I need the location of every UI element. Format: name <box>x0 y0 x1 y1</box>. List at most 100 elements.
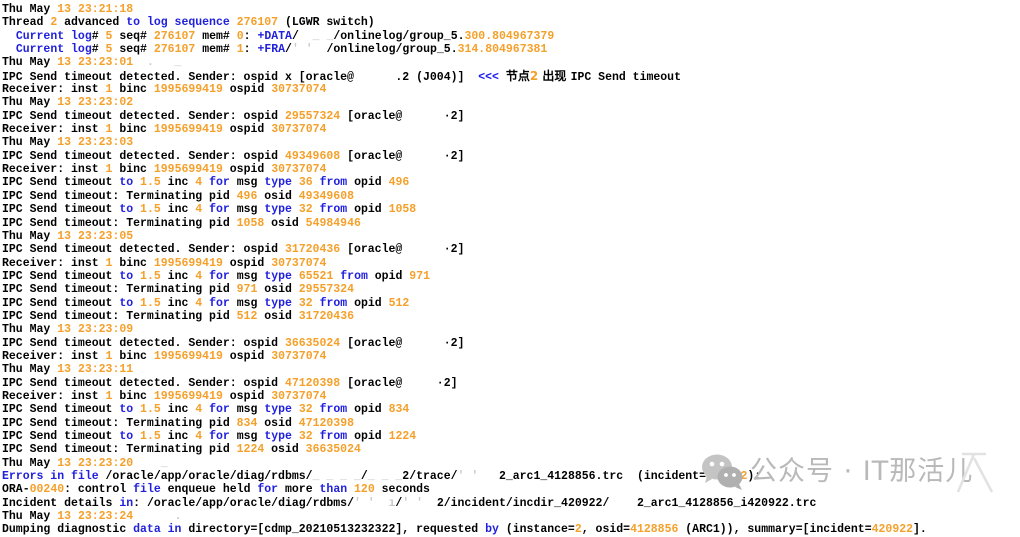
log-line: Errors in file /oracle/app/oracle/diag/r… <box>2 470 1020 483</box>
log-token-kw: to <box>119 269 134 283</box>
log-token-plain: [oracle@ <box>340 243 403 257</box>
log-token-kw: than <box>319 483 348 497</box>
log-token-plain <box>71 96 78 109</box>
log-token-num: 496 <box>388 176 410 190</box>
log-token-num: 971 <box>409 269 431 283</box>
log-token-plain: IPC Send timeout detected. Sender: ospid <box>2 109 285 123</box>
log-token-plain: Thread <box>2 16 51 30</box>
log-token-plain: ORA- <box>2 483 30 497</box>
log-line: IPC Send timeout: Terminating pid 834 os… <box>2 417 1020 430</box>
log-token-faint: _ _ _ _ <box>312 470 361 484</box>
log-token-plain: opid <box>347 403 389 417</box>
log-line: Receiver: inst 1 binc 1995699419 ospid 3… <box>2 163 1020 176</box>
log-token-plain <box>2 30 16 43</box>
log-token-plain: binc <box>112 123 154 137</box>
log-token-plain: Receiver: inst <box>2 83 106 97</box>
log-line: Receiver: inst 1 binc 1995699419 ospid 3… <box>2 123 1020 136</box>
log-token-plain: IPC Send timeout <box>2 203 120 217</box>
log-token-plain: IPC Send timeout detected. Sender: ospid <box>2 243 285 257</box>
log-line: Thu May 13 23:23:20 _ <box>2 457 1020 470</box>
log-token-kw: to <box>119 430 134 443</box>
log-token-num: 834 <box>236 416 258 430</box>
log-token-plain: msg <box>229 176 265 190</box>
log-token-plain: , osid= <box>581 523 631 537</box>
log-token-plain: directory=[cdmp_20210513232322], request… <box>181 523 486 537</box>
log-token-num: 30737074 <box>271 163 327 177</box>
log-token-plain: IPC Send timeout detected. Sender: ospid <box>2 336 285 350</box>
log-line: Thu May 13 23:23:02 <box>2 96 1020 109</box>
log-token-faint: _ _ <box>298 29 334 43</box>
log-token-plain: seconds <box>374 483 430 497</box>
log-token-plain: 2/incident/incdir_420922/ 2_arc1_4128856… <box>436 496 817 510</box>
log-line: Receiver: inst 1 binc 1995699419 ospid 3… <box>2 390 1020 403</box>
log-token-kw: +DATA <box>257 29 292 43</box>
log-token-num: 30737074 <box>271 123 327 137</box>
log-token-plain: osid <box>257 309 299 323</box>
log-token-num: 13 <box>57 56 72 70</box>
log-token-plain <box>313 176 320 189</box>
log-token-plain: Receiver: inst <box>2 163 106 177</box>
log-token-plain: opid <box>347 203 389 217</box>
log-token-faint: _ <box>133 456 168 470</box>
log-token-plain: IPC Send timeout: Terminating pid <box>2 443 237 457</box>
log-token-plain: 2/trace/ <box>402 470 458 484</box>
log-token-num: 23:23:01 <box>77 56 134 70</box>
log-line: ORA-00240: control file enqueue held for… <box>2 483 1020 496</box>
log-token-plain: msg <box>229 430 265 443</box>
alert-log-viewer[interactable]: Thu May 13 23:21:18 Thread 2 advanced to … <box>0 0 1020 536</box>
log-token-plain: Thu May <box>2 323 58 337</box>
log-token-kw: type <box>264 403 292 417</box>
log-token-plain: binc <box>112 83 154 97</box>
log-token-faint: . _ <box>133 56 182 70</box>
log-text-body[interactable]: Thu May 13 23:21:18 Thread 2 advanced to … <box>2 3 1020 537</box>
log-token-plain: binc <box>112 389 154 403</box>
log-line: Thu May 13 23:21:18 <box>2 3 1020 16</box>
log-token-num: 120 <box>354 483 375 497</box>
log-token-kw: type <box>264 296 292 310</box>
log-token-plain: [oracle@ <box>340 376 403 390</box>
log-token-plain: Thu May <box>2 56 58 70</box>
log-token-plain: IPC Send timeout detected. Sender: ospid <box>2 149 285 163</box>
log-token-plain: /oracle/app/oracle/diag/rdbms/ <box>98 470 313 484</box>
log-line: Thread 2 advanced to log sequence 276107… <box>2 16 1020 29</box>
log-token-plain <box>71 230 78 243</box>
log-token-plain: IPC Send timeout detected. Sender: ospid… <box>2 70 354 84</box>
log-token-faint <box>402 377 430 390</box>
log-token-plain: IPC Send timeout: Terminating pid <box>2 309 237 323</box>
log-token-plain: inc <box>160 203 196 217</box>
log-token-kw: Errors in file <box>2 470 99 484</box>
log-token-plain: msg <box>229 296 265 310</box>
log-token-plain: / <box>291 29 299 43</box>
log-token-num: 30737074 <box>271 83 327 97</box>
log-token-plain <box>133 403 140 416</box>
log-token-num: 1.5 <box>140 403 161 417</box>
log-token-plain: ·2] <box>436 243 465 257</box>
log-token-num: 1995699419 <box>153 349 223 363</box>
log-token-num: 276107 <box>153 29 196 43</box>
log-token-plain: ·2] <box>436 336 465 350</box>
log-token-faint <box>402 150 437 163</box>
log-token-num: 1995699419 <box>153 83 223 97</box>
log-token-plain: Dumping diagnostic <box>2 523 134 537</box>
log-token-kw: from <box>319 176 348 190</box>
log-line: IPC Send timeout: Terminating pid 1224 o… <box>2 443 1020 456</box>
log-token-plain <box>161 523 168 536</box>
log-token-plain: : /oracle/app/oracle/diag/rdbms/ <box>133 496 354 510</box>
log-token-plain: ·2] <box>436 149 465 163</box>
log-token-plain: Thu May <box>2 229 58 243</box>
log-token-plain <box>71 3 78 16</box>
log-line: IPC Send timeout: Terminating pid 1058 o… <box>2 217 1020 230</box>
log-token-num: 971 <box>236 283 258 297</box>
log-token-plain: opid <box>347 176 389 190</box>
log-token-plain: Receiver: inst <box>2 389 106 403</box>
log-line: IPC Send timeout detected. Sender: ospid… <box>2 110 1020 123</box>
log-token-plain: osid <box>264 216 306 230</box>
log-line: IPC Send timeout to 1.5 inc 4 for msg ty… <box>2 403 1020 416</box>
log-token-num: 30737074 <box>271 389 327 403</box>
log-token-num: 1224 <box>388 430 417 443</box>
log-token-cjk: 出现 <box>538 68 571 83</box>
log-token-plain: Thu May <box>2 96 58 110</box>
log-token-plain: IPC Send timeout: Terminating pid <box>2 189 237 203</box>
log-token-plain: IPC Send timeout: Terminating pid <box>2 216 237 230</box>
log-token-num: 36635024 <box>284 336 341 350</box>
